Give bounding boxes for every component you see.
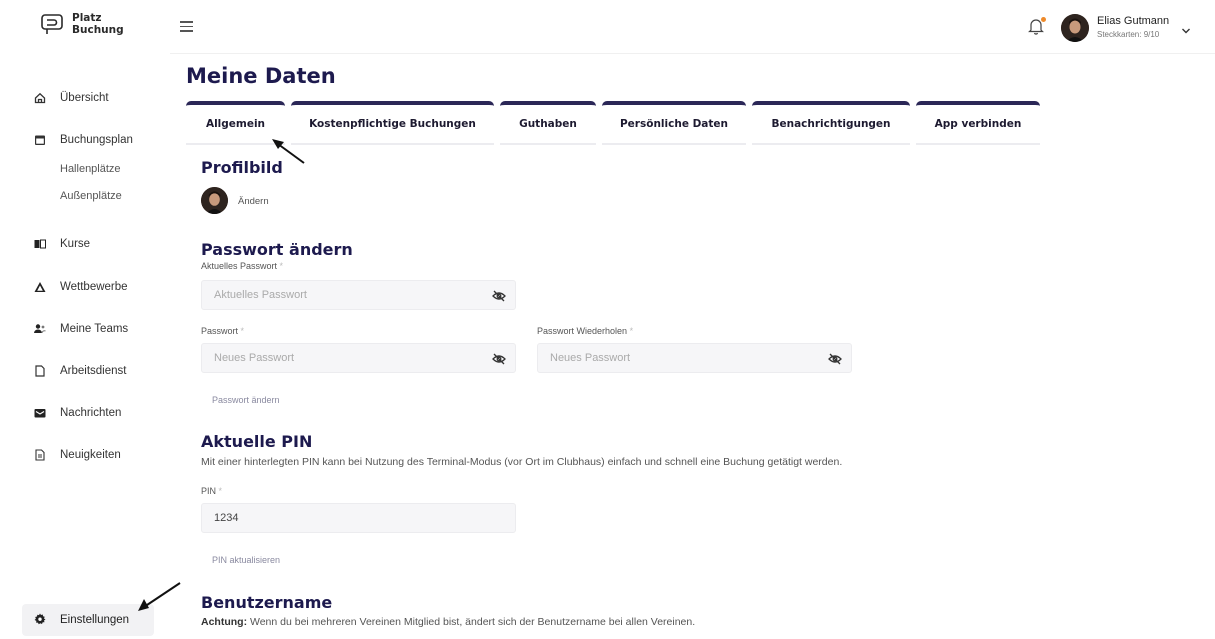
- sidebar-item-neuigkeiten[interactable]: Neuigkeiten: [33, 448, 121, 461]
- sidebar-subitem-hallenplaetze[interactable]: Hallenplätze: [60, 163, 121, 175]
- repeat-password-label: Passwort Wiederholen *: [537, 326, 634, 336]
- logo-line-2: Buchung: [72, 24, 124, 36]
- sidebar-item-label: Neuigkeiten: [60, 448, 121, 461]
- tab-guthaben[interactable]: Guthaben: [500, 101, 596, 143]
- sidebar-item-label: Meine Teams: [60, 322, 129, 335]
- sidebar-item-label: Arbeitsdienst: [60, 364, 127, 377]
- logo[interactable]: Platz Buchung: [40, 12, 124, 36]
- sidebar-subitem-aussenplaetze[interactable]: Außenplätze: [60, 190, 122, 202]
- top-bar: Elias Gutmann Steckkarten: 9/10: [170, 0, 1215, 54]
- home-icon: [33, 91, 46, 104]
- tab-kostenpflichtige-buchungen[interactable]: Kostenpflichtige Buchungen: [291, 101, 494, 143]
- sidebar-item-meine-teams[interactable]: Meine Teams: [33, 322, 128, 335]
- profile-heading: Profilbild: [201, 158, 283, 177]
- eye-off-icon[interactable]: [828, 353, 842, 365]
- pin-field[interactable]: 1234: [201, 503, 516, 533]
- new-password-placeholder: Neues Passwort: [214, 352, 295, 364]
- sidebar-item-label: Wettbewerbe: [60, 280, 128, 293]
- sidebar-item-uebersicht[interactable]: Übersicht: [33, 91, 109, 104]
- current-password-label: Aktuelles Passwort *: [201, 261, 284, 271]
- tab-persoenliche-daten[interactable]: Persönliche Daten: [602, 101, 746, 143]
- tab-benachrichtigungen[interactable]: Benachrichtigungen: [752, 101, 910, 143]
- user-name[interactable]: Elias Gutmann: [1097, 15, 1169, 27]
- update-pin-button[interactable]: PIN aktualisieren: [212, 555, 280, 565]
- book-icon: [33, 237, 46, 250]
- menu-icon[interactable]: [180, 21, 193, 32]
- annotation-arrow-settings: [138, 582, 181, 611]
- bell-icon[interactable]: [1028, 17, 1046, 35]
- repeat-password-field[interactable]: Neues Passwort: [537, 343, 852, 373]
- mail-icon: [33, 406, 46, 419]
- sidebar-item-kurse[interactable]: Kurse: [33, 237, 90, 250]
- sidebar-item-arbeitsdienst[interactable]: Arbeitsdienst: [33, 364, 126, 377]
- avatar[interactable]: [1061, 14, 1089, 42]
- news-icon: [33, 448, 46, 461]
- chevron-down-icon[interactable]: [1181, 22, 1191, 34]
- current-password-placeholder: Aktuelles Passwort: [214, 289, 307, 301]
- calendar-icon: [33, 133, 46, 146]
- triangle-icon: [33, 280, 46, 293]
- current-password-field[interactable]: Aktuelles Passwort: [201, 280, 516, 310]
- change-password-button[interactable]: Passwort ändern: [212, 395, 280, 405]
- sidebar-item-buchungsplan[interactable]: Buchungsplan: [33, 133, 133, 146]
- change-profile-link[interactable]: Ändern: [238, 196, 269, 207]
- username-note: Achtung: Wenn du bei mehreren Vereinen M…: [201, 616, 696, 628]
- pin-value: 1234: [214, 512, 239, 524]
- sidebar-item-wettbewerbe[interactable]: Wettbewerbe: [33, 280, 128, 293]
- gear-icon: [34, 613, 46, 628]
- logo-line-1: Platz: [72, 12, 102, 24]
- settings-label: Einstellungen: [60, 614, 130, 626]
- sidebar-item-label: Nachrichten: [60, 406, 122, 419]
- repeat-password-placeholder: Neues Passwort: [550, 352, 631, 364]
- username-heading: Benutzername: [201, 593, 333, 612]
- eye-off-icon[interactable]: [492, 290, 506, 302]
- user-steckkarten: Steckkarten: 9/10: [1097, 30, 1160, 39]
- sidebar: Platz Buchung Übersicht Buchungsplan Hal…: [0, 0, 181, 639]
- new-password-label: Passwort *: [201, 326, 245, 336]
- sidebar-item-label: Übersicht: [60, 91, 109, 104]
- document-icon: [33, 364, 46, 377]
- sidebar-item-nachrichten[interactable]: Nachrichten: [33, 406, 121, 419]
- page-title: Meine Daten: [186, 64, 336, 88]
- new-password-field[interactable]: Neues Passwort: [201, 343, 516, 373]
- tab-app-verbinden[interactable]: App verbinden: [916, 101, 1040, 143]
- team-icon: [33, 322, 46, 335]
- pin-heading: Aktuelle PIN: [201, 432, 313, 451]
- password-heading: Passwort ändern: [201, 240, 353, 259]
- logo-icon: [41, 14, 63, 34]
- sidebar-item-label: Buchungsplan: [60, 133, 133, 146]
- notification-dot: [1041, 17, 1046, 22]
- sidebar-item-label: Kurse: [60, 237, 91, 250]
- pin-description: Mit einer hinterlegten PIN kann bei Nutz…: [201, 456, 843, 468]
- pin-label: PIN *: [201, 486, 223, 496]
- eye-off-icon[interactable]: [492, 353, 506, 365]
- profile-avatar: [201, 187, 228, 214]
